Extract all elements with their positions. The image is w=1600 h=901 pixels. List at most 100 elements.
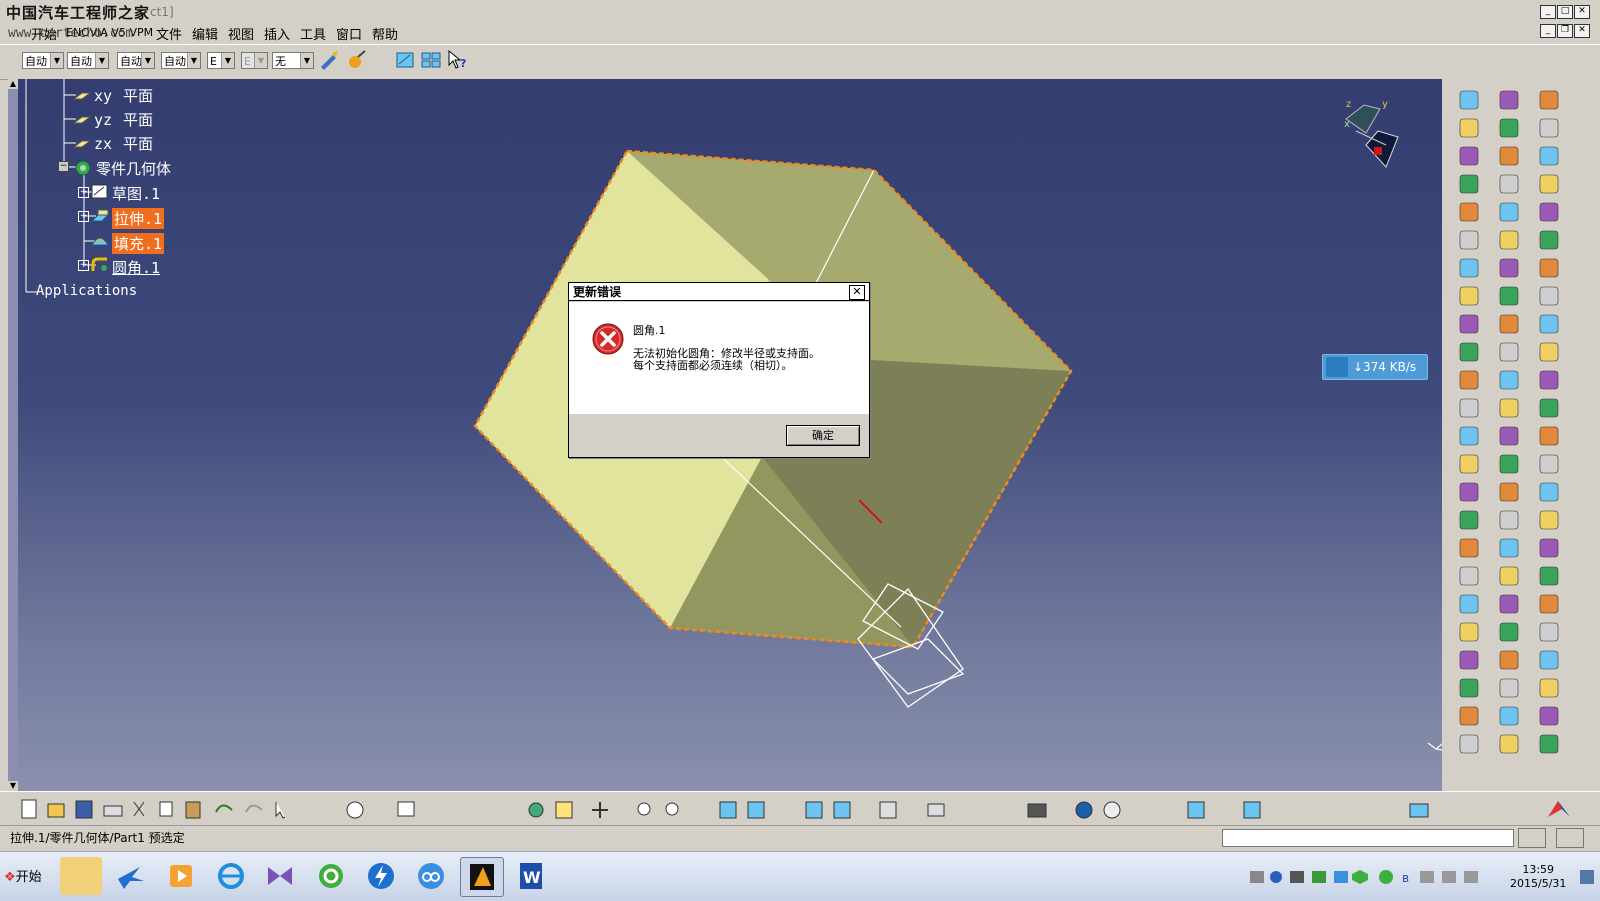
workbench-tool-icon[interactable]	[1499, 230, 1519, 250]
workbench-tool-icon[interactable]	[1459, 286, 1479, 306]
workbench-tool-icon[interactable]	[1499, 174, 1519, 194]
workbench-tool-icon[interactable]	[1539, 314, 1559, 334]
tree-feature-sketch[interactable]: 草图.1	[112, 183, 160, 204]
workbench-tool-icon[interactable]	[1539, 202, 1559, 222]
taskbar-clock[interactable]: 13:59 2015/5/31	[1510, 863, 1566, 891]
workbench-tool-icon[interactable]	[1539, 482, 1559, 502]
workbench-tool-icon[interactable]	[1539, 398, 1559, 418]
workbench-tool-icon[interactable]	[1459, 482, 1479, 502]
dialog-close-button[interactable]: ✕	[849, 285, 865, 300]
point-combo[interactable]: E ▼	[207, 52, 235, 69]
taskbar-explorer[interactable]	[60, 857, 102, 895]
scroll-down-icon[interactable]: ▼	[8, 781, 18, 791]
workbench-tool-icon[interactable]	[1539, 510, 1559, 530]
workbench-tool-icon[interactable]	[1499, 454, 1519, 474]
workbench-tool-icon[interactable]	[1499, 510, 1519, 530]
menu-tools[interactable]: 工具	[300, 24, 326, 43]
download-speed-badge[interactable]: ↓374 KB/s	[1322, 354, 1428, 380]
workbench-tool-icon[interactable]	[1499, 90, 1519, 110]
minimize-button[interactable]: _	[1540, 5, 1556, 19]
workbench-tool-icon[interactable]	[1459, 650, 1479, 670]
workbench-tool-icon[interactable]	[1459, 202, 1479, 222]
tree-body-label[interactable]: 零件几何体	[96, 158, 171, 179]
workbench-tool-icon[interactable]	[1539, 650, 1559, 670]
start-button[interactable]: ❖开始	[4, 866, 42, 885]
workbench-tool-icon[interactable]	[1459, 594, 1479, 614]
tree-feature-fillet[interactable]: 圆角.1	[112, 257, 160, 278]
workbench-tool-icon[interactable]	[1459, 398, 1479, 418]
workbench-tool-icon[interactable]	[1459, 118, 1479, 138]
workbench-tool-icon[interactable]	[1499, 706, 1519, 726]
workbench-tool-icon[interactable]	[1499, 118, 1519, 138]
workbench-tool-icon[interactable]	[1499, 258, 1519, 278]
workbench-tool-icon[interactable]	[1459, 566, 1479, 586]
workbench-tool-icon[interactable]	[1539, 678, 1559, 698]
collapse-icon[interactable]: −	[58, 161, 69, 172]
taskbar-visual-studio[interactable]	[260, 857, 302, 895]
painter-icon[interactable]	[318, 49, 340, 71]
tree-scrollbar[interactable]	[8, 79, 18, 791]
workbench-tool-icon[interactable]	[1459, 510, 1479, 530]
workbench-tool-icon[interactable]	[1499, 538, 1519, 558]
taskbar-word[interactable]: W	[510, 857, 552, 895]
workbench-tool-icon[interactable]	[1499, 566, 1519, 586]
workbench-tool-icon[interactable]	[1539, 622, 1559, 642]
workbench-tool-icon[interactable]	[1459, 174, 1479, 194]
workbench-tool-icon[interactable]	[1459, 538, 1479, 558]
transparency-combo[interactable]: 自动 ▼	[67, 52, 109, 69]
expand-icon[interactable]: +	[78, 260, 89, 271]
workbench-tool-icon[interactable]	[1539, 706, 1559, 726]
workbench-tool-icon[interactable]	[1539, 230, 1559, 250]
workbench-tool-icon[interactable]	[1499, 622, 1519, 642]
workbench-tool-icon[interactable]	[1539, 538, 1559, 558]
workbench-tool-icon[interactable]	[1499, 146, 1519, 166]
taskbar-baidu-cloud[interactable]	[410, 857, 452, 895]
taskbar-catia[interactable]	[460, 857, 504, 897]
workbench-tool-icon[interactable]	[1499, 482, 1519, 502]
workbench-tool-icon[interactable]	[1459, 258, 1479, 278]
menu-insert[interactable]: 插入	[264, 24, 290, 43]
menu-view[interactable]: 视图	[228, 24, 254, 43]
menu-help[interactable]: 帮助	[372, 24, 398, 43]
system-tray-icons[interactable]: ʙ	[1250, 868, 1500, 886]
workbench-tool-icon[interactable]	[1499, 398, 1519, 418]
tree-xy-label[interactable]: 平面	[123, 85, 153, 106]
workbench-tool-icon[interactable]	[1459, 342, 1479, 362]
workbench-tool-icon[interactable]	[1539, 734, 1559, 754]
workbench-tool-icon[interactable]	[1539, 118, 1559, 138]
properties-icon[interactable]	[346, 49, 368, 71]
workbench-tool-icon[interactable]	[1499, 370, 1519, 390]
command-button[interactable]	[1518, 828, 1546, 848]
layer-filter-combo[interactable]: E ▼	[241, 52, 268, 69]
workbench-tool-icon[interactable]	[1539, 566, 1559, 586]
workbench-tool-icon[interactable]	[1459, 426, 1479, 446]
lineweight-combo[interactable]: 自动 ▼	[161, 52, 201, 69]
workbench-tool-icon[interactable]	[1459, 146, 1479, 166]
workbench-tool-icon[interactable]	[1459, 622, 1479, 642]
show-desktop-button[interactable]	[1580, 870, 1594, 884]
expand-icon[interactable]: +	[78, 211, 89, 222]
taskbar-media-player[interactable]	[160, 857, 202, 895]
workbench-tool-icon[interactable]	[1539, 174, 1559, 194]
workbench-tool-icon[interactable]	[1459, 734, 1479, 754]
linetype-combo[interactable]: 自动 ▼	[117, 52, 155, 69]
workbench-tool-icon[interactable]	[1539, 286, 1559, 306]
workbench-tool-icon[interactable]	[1539, 342, 1559, 362]
command-clear-button[interactable]	[1556, 828, 1584, 848]
workbench-tool-icon[interactable]	[1499, 426, 1519, 446]
workbench-tool-icon[interactable]	[1539, 370, 1559, 390]
color-combo[interactable]: 自动 ▼	[22, 52, 64, 69]
ok-button[interactable]: 确定	[786, 425, 860, 446]
layer-combo[interactable]: 无 ▼	[272, 52, 314, 69]
workbench-tool-icon[interactable]	[1499, 286, 1519, 306]
workbench-tool-icon[interactable]	[1459, 706, 1479, 726]
menu-file[interactable]: 文件	[156, 24, 182, 43]
workbench-tool-icon[interactable]	[1499, 678, 1519, 698]
expand-icon[interactable]: +	[78, 187, 89, 198]
workbench-tool-icon[interactable]	[1499, 734, 1519, 754]
tree-feature-fill[interactable]: 填充.1	[112, 233, 165, 254]
workbench-tool-icon[interactable]	[1539, 146, 1559, 166]
taskbar-thunder[interactable]	[360, 857, 402, 895]
table-view-icon[interactable]	[420, 49, 442, 71]
close-button[interactable]: ✕	[1574, 5, 1590, 19]
